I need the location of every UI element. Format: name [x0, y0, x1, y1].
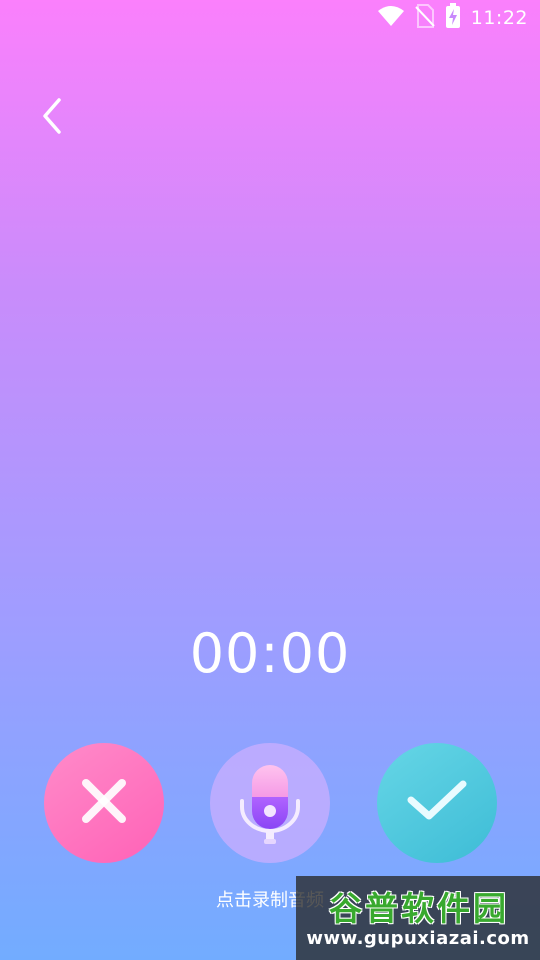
no-sim-icon: [415, 4, 435, 32]
status-time: 11:22: [470, 7, 528, 29]
audio-recorder-screen: 11:22 00:00 点击录制音频 谷普软件园 www.gupuxiazai.…: [0, 0, 540, 960]
record-button[interactable]: [210, 743, 330, 863]
status-icons: 11:22: [377, 3, 528, 33]
microphone-icon: [238, 753, 302, 853]
wifi-icon: [377, 5, 405, 31]
back-button[interactable]: [28, 92, 78, 144]
chevron-left-icon: [39, 96, 67, 140]
confirm-button[interactable]: [377, 743, 497, 863]
status-bar: 11:22: [0, 0, 540, 36]
watermark-overlay: 谷普软件园 www.gupuxiazai.com: [296, 876, 540, 960]
recording-timer: 00:00: [189, 622, 351, 685]
battery-charging-icon: [445, 3, 461, 33]
cancel-button[interactable]: [44, 743, 164, 863]
watermark-url: www.gupuxiazai.com: [306, 928, 530, 949]
watermark-title: 谷普软件园: [329, 889, 509, 928]
check-icon: [405, 776, 469, 830]
close-icon: [76, 773, 132, 833]
